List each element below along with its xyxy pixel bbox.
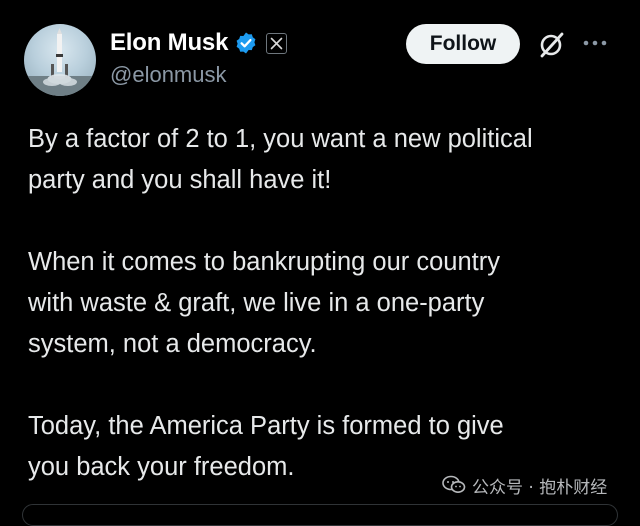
author-display-name[interactable]: Elon Musk [110,29,228,57]
embedded-card-edge [22,504,618,526]
grok-icon[interactable] [536,30,566,60]
wechat-icon [442,475,466,495]
tweet-line: By a factor of 2 to 1, you want a new po… [28,125,533,153]
x-logo-icon[interactable] [266,32,288,54]
author-name-row: Elon Musk [110,28,288,58]
follow-button[interactable]: Follow [406,24,520,64]
avatar[interactable] [24,24,96,96]
tweet-text: By a factor of 2 to 1, you want a new po… [28,119,628,488]
tweet-line: system, not a democracy. [28,330,317,358]
rocket-launch-image [24,28,96,96]
tweet-line: with waste & graft, we live in a one-par… [28,289,485,317]
watermark-text: 公众号 · 抱朴财经 [472,477,608,498]
more-options-icon[interactable] [582,36,608,50]
watermark: 公众号 · 抱朴财经 [442,470,607,500]
verified-badge-icon[interactable] [234,31,258,55]
tweet-line: When it comes to bankrupting our country [28,248,500,276]
author-handle[interactable]: @elonmusk [110,62,227,88]
tweet-line: party and you shall have it! [28,166,332,194]
tweet-line: Today, the America Party is formed to gi… [28,412,504,440]
